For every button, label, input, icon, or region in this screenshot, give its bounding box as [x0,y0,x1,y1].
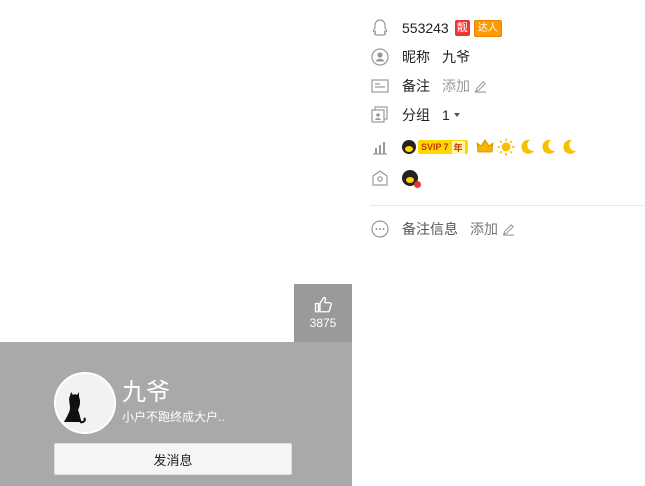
svip-badge[interactable]: SVIP 7 年 [418,140,468,154]
profile-nickname: 九爷 [122,379,170,406]
group-row: 分组 1 [352,103,645,127]
like-button[interactable]: 3875 [294,284,352,342]
id-card-icon [371,79,389,93]
nickname-value: 九爷 [442,49,470,65]
privilege-house-icon [372,170,388,186]
note-add-link[interactable]: 添加 [470,219,498,239]
note-label: 备注信息 [402,221,458,237]
avatar[interactable] [54,372,116,434]
nickname-row: 昵称 九爷 [352,45,645,69]
penguin-svip-icon [402,140,416,154]
group-select[interactable]: 1 [442,107,460,123]
profile-signature: 小户不跑终成大户.. [122,410,225,424]
profile-card: 九爷 小户不跑终成大户.. 发消息 [0,342,352,486]
qq-number: 553243 [402,20,449,36]
penguin-outline-icon [372,19,388,36]
privilege-row [352,166,645,190]
moon-icon [520,139,534,154]
profile-card-pane: 3875 九爷 小户不跑终成大户.. 发消息 [0,0,352,486]
group-value: 1 [442,107,450,123]
nickname-label: 昵称 [402,49,430,65]
penguin-privilege-icon[interactable] [402,170,421,188]
user-circle-icon [371,48,389,66]
moon-icon [562,139,576,154]
remark-label: 备注 [402,78,430,94]
cat-silhouette-icon [64,392,86,424]
remark-add-link[interactable]: 添加 [442,76,470,96]
crown-icon [476,139,494,153]
pencil-icon[interactable] [474,80,487,93]
sun-icon [497,138,515,156]
remark-row: 备注 添加 [352,74,645,98]
send-message-button[interactable]: 发消息 [54,443,292,475]
divider [370,205,645,206]
qq-number-row: 553243 靓 达人 [352,16,645,40]
note-row: 备注信息 添加 [352,217,645,241]
level-row: SVIP 7 年 [352,135,645,159]
like-count: 3875 [309,316,337,330]
pretty-number-badge[interactable]: 靓 [454,20,470,36]
chevron-down-icon [453,113,460,117]
group-icon [371,106,388,123]
group-label: 分组 [402,107,430,123]
more-circle-icon [371,220,389,238]
moon-icon [541,139,555,154]
thumbs-up-icon [314,296,332,313]
expert-badge[interactable]: 达人 [473,19,502,37]
qq-level-icons[interactable] [476,138,578,156]
pencil-icon[interactable] [502,223,515,236]
info-pane: 553243 靓 达人 昵称 九爷 备注 添加 分组 1 SVIP 7 年 备注… [352,0,645,486]
bar-chart-icon [373,142,387,155]
